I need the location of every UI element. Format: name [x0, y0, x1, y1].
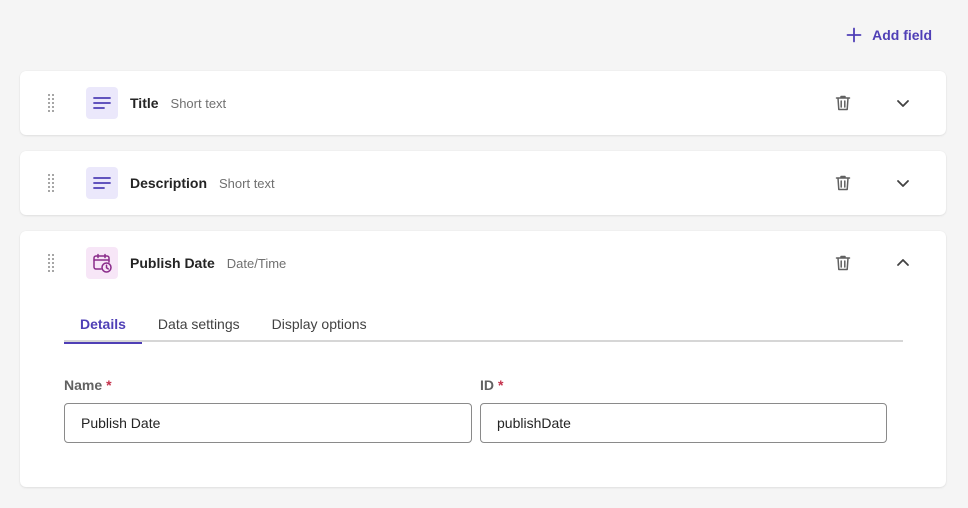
name-field-label: Name * — [64, 377, 112, 393]
chevron-up-icon — [897, 259, 909, 266]
content-type-editor: Add field Title Short text Description S… — [0, 0, 968, 508]
trash-icon — [835, 175, 851, 191]
chevron-down-icon — [897, 100, 909, 107]
expand-field-button[interactable] — [892, 92, 914, 114]
trash-icon — [835, 255, 851, 271]
required-marker: * — [106, 377, 112, 393]
id-field-label: ID * — [480, 377, 504, 393]
field-type: Date/Time — [226, 256, 287, 271]
text-lines-icon — [86, 87, 118, 119]
id-input[interactable] — [480, 403, 887, 443]
field-card-description: Description Short text — [20, 151, 946, 215]
field-name: Title — [130, 95, 159, 111]
drag-handle-icon[interactable] — [46, 253, 56, 273]
drag-handle-icon[interactable] — [46, 93, 56, 113]
tab-display-options[interactable]: Display options — [256, 305, 383, 342]
plus-icon — [846, 27, 862, 43]
text-lines-icon — [86, 167, 118, 199]
drag-handle-icon[interactable] — [46, 173, 56, 193]
field-type: Short text — [170, 96, 227, 111]
calendar-clock-icon — [86, 247, 118, 279]
field-card-title: Title Short text — [20, 71, 946, 135]
collapse-field-button[interactable] — [892, 252, 914, 274]
field-card-publish-date: Publish Date Date/Time Details Data sett… — [20, 231, 946, 487]
field-header[interactable]: Publish Date Date/Time — [20, 231, 946, 295]
expand-field-button[interactable] — [892, 172, 914, 194]
delete-field-button[interactable] — [832, 92, 854, 114]
field-settings-tabs: Details Data settings Display options — [64, 305, 903, 344]
add-field-label: Add field — [872, 27, 932, 43]
field-header[interactable]: Description Short text — [20, 151, 946, 215]
chevron-down-icon — [897, 180, 909, 187]
field-type: Short text — [219, 176, 275, 191]
field-name: Publish Date — [130, 255, 215, 271]
tab-data-settings[interactable]: Data settings — [142, 305, 256, 342]
delete-field-button[interactable] — [832, 172, 854, 194]
field-name: Description — [130, 175, 208, 191]
tab-details[interactable]: Details — [64, 305, 142, 344]
required-marker: * — [498, 377, 504, 393]
field-header[interactable]: Title Short text — [20, 71, 946, 135]
delete-field-button[interactable] — [832, 252, 854, 274]
name-input[interactable] — [64, 403, 472, 443]
trash-icon — [835, 95, 851, 111]
add-field-button[interactable]: Add field — [846, 23, 932, 47]
